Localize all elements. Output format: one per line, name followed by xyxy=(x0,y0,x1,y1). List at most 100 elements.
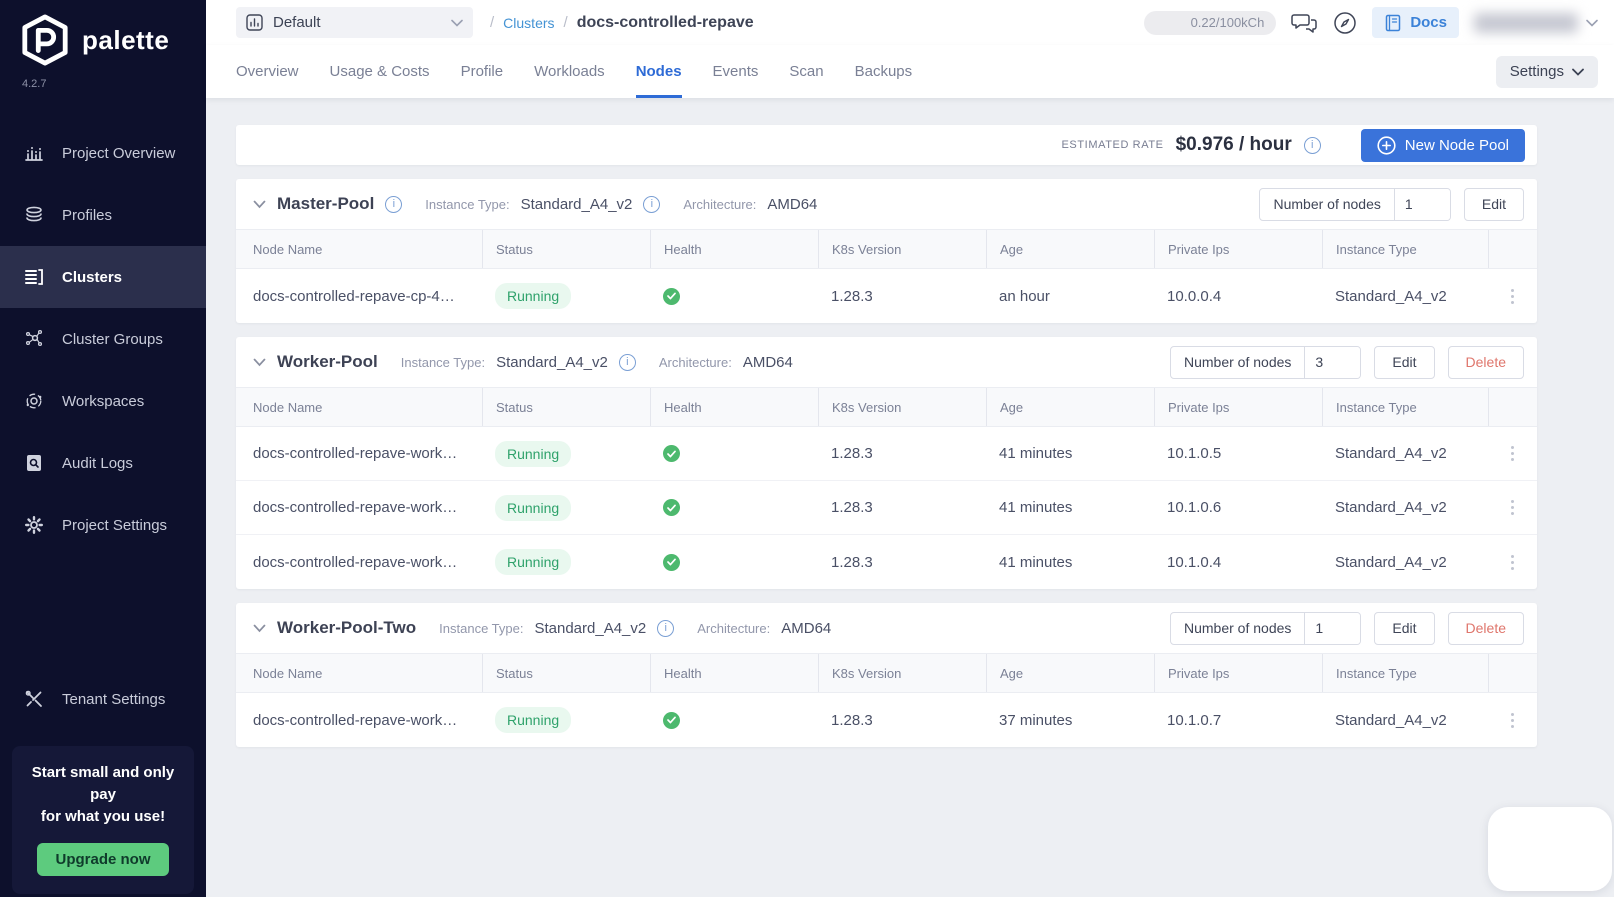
col-private-ips: Private Ips xyxy=(1154,388,1322,426)
col-instance-type: Instance Type xyxy=(1322,388,1488,426)
estimated-rate-bar: ESTIMATED RATE $0.976 / hour i New Node … xyxy=(236,125,1537,165)
bar-chart-icon xyxy=(25,147,43,161)
col-instance-type: Instance Type xyxy=(1322,654,1488,692)
col-node-name: Node Name xyxy=(253,665,323,681)
feedback-chat-button[interactable] xyxy=(1291,11,1318,35)
tab-events[interactable]: Events xyxy=(713,45,759,98)
breadcrumb-link-clusters[interactable]: Clusters xyxy=(503,15,554,31)
architecture-value: AMD64 xyxy=(781,619,832,637)
tab-usage-costs[interactable]: Usage & Costs xyxy=(330,45,430,98)
breadcrumb-separator: / xyxy=(490,14,495,31)
private-ip: 10.1.0.6 xyxy=(1167,499,1222,516)
row-actions-kebab-icon[interactable] xyxy=(1507,709,1518,732)
col-status: Status xyxy=(482,230,650,268)
status-badge: Running xyxy=(495,494,572,521)
status-badge: Running xyxy=(495,549,572,575)
k8s-version: 1.28.3 xyxy=(831,711,873,729)
sidebar-item-cluster-groups[interactable]: Cluster Groups xyxy=(0,308,206,370)
info-icon[interactable]: i xyxy=(657,619,675,637)
audit-doc-icon xyxy=(27,455,41,471)
pool-controls: Number of nodes Edit xyxy=(1259,187,1524,221)
row-actions-kebab-icon[interactable] xyxy=(1507,442,1518,465)
tab-nodes[interactable]: Nodes xyxy=(635,45,682,98)
col-node-name: Node Name xyxy=(253,399,323,415)
tab-profile[interactable]: Profile xyxy=(461,45,504,98)
estimated-rate-value: $0.976 / hour xyxy=(1175,134,1292,155)
number-of-nodes-input[interactable] xyxy=(1304,346,1361,378)
project-selector[interactable]: Default xyxy=(236,7,473,38)
collapse-chevron-icon[interactable] xyxy=(253,624,266,633)
col-private-ips: Private Ips xyxy=(1154,654,1322,692)
new-node-pool-button[interactable]: New Node Pool xyxy=(1360,128,1525,162)
info-icon[interactable]: i xyxy=(385,195,403,213)
table-row: docs-controlled-repave-work… Running 1.2… xyxy=(236,481,1537,535)
col-k8s-version: K8s Version xyxy=(818,654,986,692)
instance-type-label: Instance Type: xyxy=(425,196,510,212)
instance-type: Standard_A4_v2 xyxy=(1335,499,1447,516)
sidebar-item-profiles[interactable]: Profiles xyxy=(0,184,206,246)
explore-button[interactable] xyxy=(1333,11,1357,35)
node-name: docs-controlled-repave-cp-4… xyxy=(253,287,455,305)
settings-button[interactable]: Settings xyxy=(1495,55,1598,88)
chat-widget-card xyxy=(1488,807,1612,891)
edit-pool-button[interactable]: Edit xyxy=(1374,611,1435,645)
tab-backups[interactable]: Backups xyxy=(855,45,913,98)
number-of-nodes-input[interactable] xyxy=(1304,612,1361,644)
node-name: docs-controlled-repave-work… xyxy=(253,499,458,516)
sidebar-nav: Project Overview Profiles Clusters Clust… xyxy=(0,122,206,730)
settings-label: Settings xyxy=(1509,63,1564,80)
instance-type: Standard_A4_v2 xyxy=(1335,287,1447,305)
row-actions-kebab-icon[interactable] xyxy=(1507,496,1518,519)
logo-area: palette 4.2.7 xyxy=(0,0,206,90)
topbar: Default / Clusters / docs-controlled-rep… xyxy=(206,0,1614,45)
delete-pool-button[interactable]: Delete xyxy=(1447,611,1524,645)
number-of-nodes-group: Number of nodes xyxy=(1170,611,1362,645)
breadcrumb: / Clusters / docs-controlled-repave xyxy=(490,14,754,32)
tab-overview[interactable]: Overview xyxy=(236,45,299,98)
status-badge: Running xyxy=(495,440,572,467)
collapse-chevron-icon[interactable] xyxy=(253,358,266,367)
info-icon[interactable]: i xyxy=(643,195,661,213)
upgrade-message: Start small and only pay for what you us… xyxy=(31,764,175,825)
col-status: Status xyxy=(482,654,650,692)
col-age: Age xyxy=(986,654,1154,692)
status-badge: Running xyxy=(495,283,572,309)
sidebar-item-label: Clusters xyxy=(62,268,123,286)
docs-button[interactable]: Docs xyxy=(1372,7,1459,38)
edit-pool-button[interactable]: Edit xyxy=(1374,345,1435,379)
number-of-nodes-label: Number of nodes xyxy=(1184,354,1292,370)
pool-name: Master-Pool xyxy=(277,194,375,213)
nodes-content: ESTIMATED RATE $0.976 / hour i New Node … xyxy=(206,98,1614,897)
col-actions xyxy=(1488,654,1537,692)
chevron-down-icon xyxy=(1586,19,1598,27)
sidebar-item-workspaces[interactable]: Workspaces xyxy=(0,370,206,432)
pool-card-worker-pool-two: Worker-Pool-Two Instance Type: Standard_… xyxy=(236,603,1537,747)
cluster-tabbar: Overview Usage & Costs Profile Workloads… xyxy=(206,45,1614,98)
number-of-nodes-input[interactable] xyxy=(1393,188,1450,220)
collapse-chevron-icon[interactable] xyxy=(253,200,266,209)
node-age: an hour xyxy=(999,287,1050,305)
health-check-icon xyxy=(663,553,680,571)
delete-pool-button[interactable]: Delete xyxy=(1447,345,1524,379)
plus-circle-icon xyxy=(1377,135,1396,155)
tab-workloads[interactable]: Workloads xyxy=(534,45,605,98)
row-actions-kebab-icon[interactable] xyxy=(1507,551,1518,574)
sidebar-item-tenant-settings[interactable]: Tenant Settings xyxy=(0,668,206,730)
sidebar-item-clusters[interactable]: Clusters xyxy=(0,246,206,308)
health-check-icon xyxy=(663,445,680,463)
sidebar-item-project-settings[interactable]: Project Settings xyxy=(0,494,206,556)
info-icon[interactable]: i xyxy=(1303,136,1321,154)
user-menu[interactable] xyxy=(1474,12,1598,33)
tab-scan[interactable]: Scan xyxy=(789,45,823,98)
row-actions-kebab-icon[interactable] xyxy=(1507,285,1518,308)
info-icon[interactable]: i xyxy=(618,353,636,371)
edit-pool-button[interactable]: Edit xyxy=(1463,187,1524,221)
sidebar-item-audit-logs[interactable]: Audit Logs xyxy=(0,432,206,494)
sidebar-item-label: Audit Logs xyxy=(62,454,133,472)
sidebar-item-label: Project Overview xyxy=(62,144,176,162)
pool-controls: Number of nodes Edit Delete xyxy=(1170,611,1524,645)
chevron-down-icon xyxy=(451,19,463,27)
sidebar-item-project-overview[interactable]: Project Overview xyxy=(0,122,206,184)
upgrade-now-button[interactable]: Upgrade now xyxy=(37,843,169,877)
breadcrumb-current: docs-controlled-repave xyxy=(576,13,754,31)
